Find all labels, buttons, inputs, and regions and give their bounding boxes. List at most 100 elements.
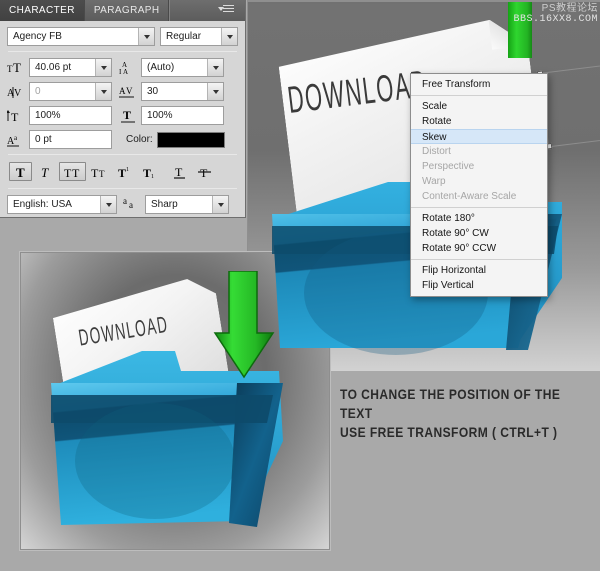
- all-caps-button[interactable]: TT: [59, 162, 86, 181]
- antialias-icon: aa: [123, 196, 141, 213]
- svg-text:T: T: [143, 166, 151, 179]
- kerning-input[interactable]: 0: [29, 82, 112, 101]
- tutorial-caption: TO CHANGE THE POSITION OF THE TEXT USE F…: [340, 385, 562, 442]
- svg-text:T: T: [13, 61, 21, 75]
- chevron-down-icon[interactable]: [207, 59, 223, 76]
- panel-menu-icon[interactable]: [223, 5, 239, 16]
- character-panel-body: Agency FB Regular TT 40.06 pt: [0, 21, 245, 214]
- baseline-shift-value: 0 pt: [35, 134, 111, 145]
- hamburger-icon: [223, 5, 234, 14]
- leading-icon: AIA: [119, 61, 141, 75]
- svg-text:T: T: [99, 169, 105, 179]
- chevron-down-icon: [218, 7, 224, 11]
- font-size-icon: TT: [7, 61, 29, 75]
- svg-text:T: T: [118, 166, 126, 179]
- menu-item-content-aware-scale: Content-Aware Scale: [411, 189, 547, 204]
- menu-item-rotate-90-cw[interactable]: Rotate 90° CW: [411, 226, 547, 241]
- chevron-down-icon[interactable]: [100, 196, 116, 213]
- panel-divider-3: [8, 188, 237, 189]
- tracking-value: 30: [147, 86, 207, 97]
- chevron-down-icon[interactable]: [212, 196, 228, 213]
- menu-item-free-transform[interactable]: Free Transform: [411, 77, 547, 92]
- menu-item-flip-horizontal[interactable]: Flip Horizontal: [411, 263, 547, 278]
- menu-item-distort: Distort: [411, 144, 547, 159]
- green-arrow-preview: [213, 271, 275, 387]
- panel-divider-1: [8, 51, 237, 52]
- chevron-down-icon[interactable]: [95, 83, 111, 100]
- color-label: Color:: [126, 134, 153, 145]
- leading-value: (Auto): [147, 62, 207, 73]
- menu-item-skew[interactable]: Skew: [411, 129, 547, 144]
- font-style-select[interactable]: Regular: [160, 27, 238, 46]
- menu-item-flip-vertical[interactable]: Flip Vertical: [411, 278, 547, 293]
- vertical-scale-input[interactable]: 100%: [29, 106, 112, 125]
- svg-text:T: T: [175, 165, 183, 179]
- transform-context-menu[interactable]: Free Transform Scale Rotate Skew Distort…: [410, 73, 548, 297]
- horizontal-scale-icon: T: [119, 109, 141, 123]
- antialias-select[interactable]: Sharp: [145, 195, 229, 214]
- chevron-down-icon[interactable]: [95, 59, 111, 76]
- menu-item-rotate-90-ccw[interactable]: Rotate 90° CCW: [411, 241, 547, 256]
- caption-line-2: USE FREE TRANSFORM ( CTRL+T ): [340, 423, 562, 442]
- svg-text:A: A: [119, 86, 126, 96]
- language-antialias-row: English: USA aa Sharp: [7, 195, 238, 214]
- kerning-value: 0: [35, 86, 95, 97]
- chevron-down-icon[interactable]: [138, 28, 154, 45]
- baseline-shift-icon: Aa: [7, 133, 29, 147]
- character-panel[interactable]: CHARACTER PARAGRAPH Agency FB Regular: [0, 0, 246, 218]
- kerning-tracking-row: AV 0 AV 30: [7, 82, 238, 101]
- chevron-down-icon[interactable]: [207, 83, 223, 100]
- language-value: English: USA: [13, 199, 100, 210]
- leading-input[interactable]: (Auto): [141, 58, 224, 77]
- svg-text:V: V: [14, 88, 22, 99]
- size-leading-row: TT 40.06 pt AIA (Auto): [7, 58, 238, 77]
- svg-text:T: T: [16, 165, 25, 179]
- svg-text:T: T: [41, 165, 49, 179]
- svg-text:T: T: [123, 109, 131, 122]
- menu-item-rotate[interactable]: Rotate: [411, 114, 547, 129]
- svg-text:T: T: [72, 166, 80, 179]
- text-color-swatch[interactable]: [157, 132, 225, 148]
- menu-item-perspective: Perspective: [411, 159, 547, 174]
- subscript-button[interactable]: T1: [139, 162, 162, 181]
- font-size-input[interactable]: 40.06 pt: [29, 58, 112, 77]
- font-row: Agency FB Regular: [7, 27, 238, 46]
- tab-bar-filler: [169, 0, 245, 21]
- superscript-button[interactable]: T1: [114, 162, 137, 181]
- scale-row: T 100% T 100%: [7, 106, 238, 125]
- tracking-input[interactable]: 30: [141, 82, 224, 101]
- horizontal-scale-input[interactable]: 100%: [141, 106, 224, 125]
- strikethrough-button[interactable]: T: [193, 162, 216, 181]
- chevron-down-icon[interactable]: [221, 28, 237, 45]
- tracking-icon: AV: [119, 85, 141, 99]
- menu-item-rotate-180[interactable]: Rotate 180°: [411, 211, 547, 226]
- faux-italic-button[interactable]: T: [34, 162, 57, 181]
- photoshop-tutorial-screenshot: DOWNLOAD PS教程论坛 BBS.16XX8.COM Free Trans…: [0, 0, 600, 571]
- panel-divider-2: [8, 154, 237, 155]
- watermark-line-2: BBS.16XX8.COM: [513, 14, 598, 25]
- panel-tab-bar: CHARACTER PARAGRAPH: [0, 0, 245, 21]
- menu-divider-1: [411, 95, 547, 96]
- vertical-scale-value: 100%: [35, 110, 111, 121]
- menu-item-scale[interactable]: Scale: [411, 99, 547, 114]
- antialias-value: Sharp: [151, 199, 212, 210]
- font-family-value: Agency FB: [13, 31, 138, 42]
- svg-text:A: A: [123, 68, 128, 75]
- baseline-shift-input[interactable]: 0 pt: [29, 130, 112, 149]
- text-style-buttons: T T TT TT T1 T1 T: [7, 161, 238, 183]
- svg-text:1: 1: [126, 167, 129, 173]
- vertical-scale-icon: T: [7, 109, 29, 123]
- menu-divider-3: [411, 259, 547, 260]
- language-select[interactable]: English: USA: [7, 195, 117, 214]
- svg-text:a: a: [129, 200, 133, 210]
- small-caps-button[interactable]: TT: [88, 162, 112, 181]
- tab-paragraph[interactable]: PARAGRAPH: [85, 0, 170, 21]
- tab-character[interactable]: CHARACTER: [0, 0, 85, 21]
- font-style-value: Regular: [166, 31, 221, 42]
- menu-divider-2: [411, 207, 547, 208]
- font-size-value: 40.06 pt: [35, 62, 95, 73]
- font-family-select[interactable]: Agency FB: [7, 27, 155, 46]
- caption-line-1: TO CHANGE THE POSITION OF THE TEXT: [340, 385, 562, 423]
- faux-bold-button[interactable]: T: [9, 162, 32, 181]
- underline-button[interactable]: T: [168, 162, 191, 181]
